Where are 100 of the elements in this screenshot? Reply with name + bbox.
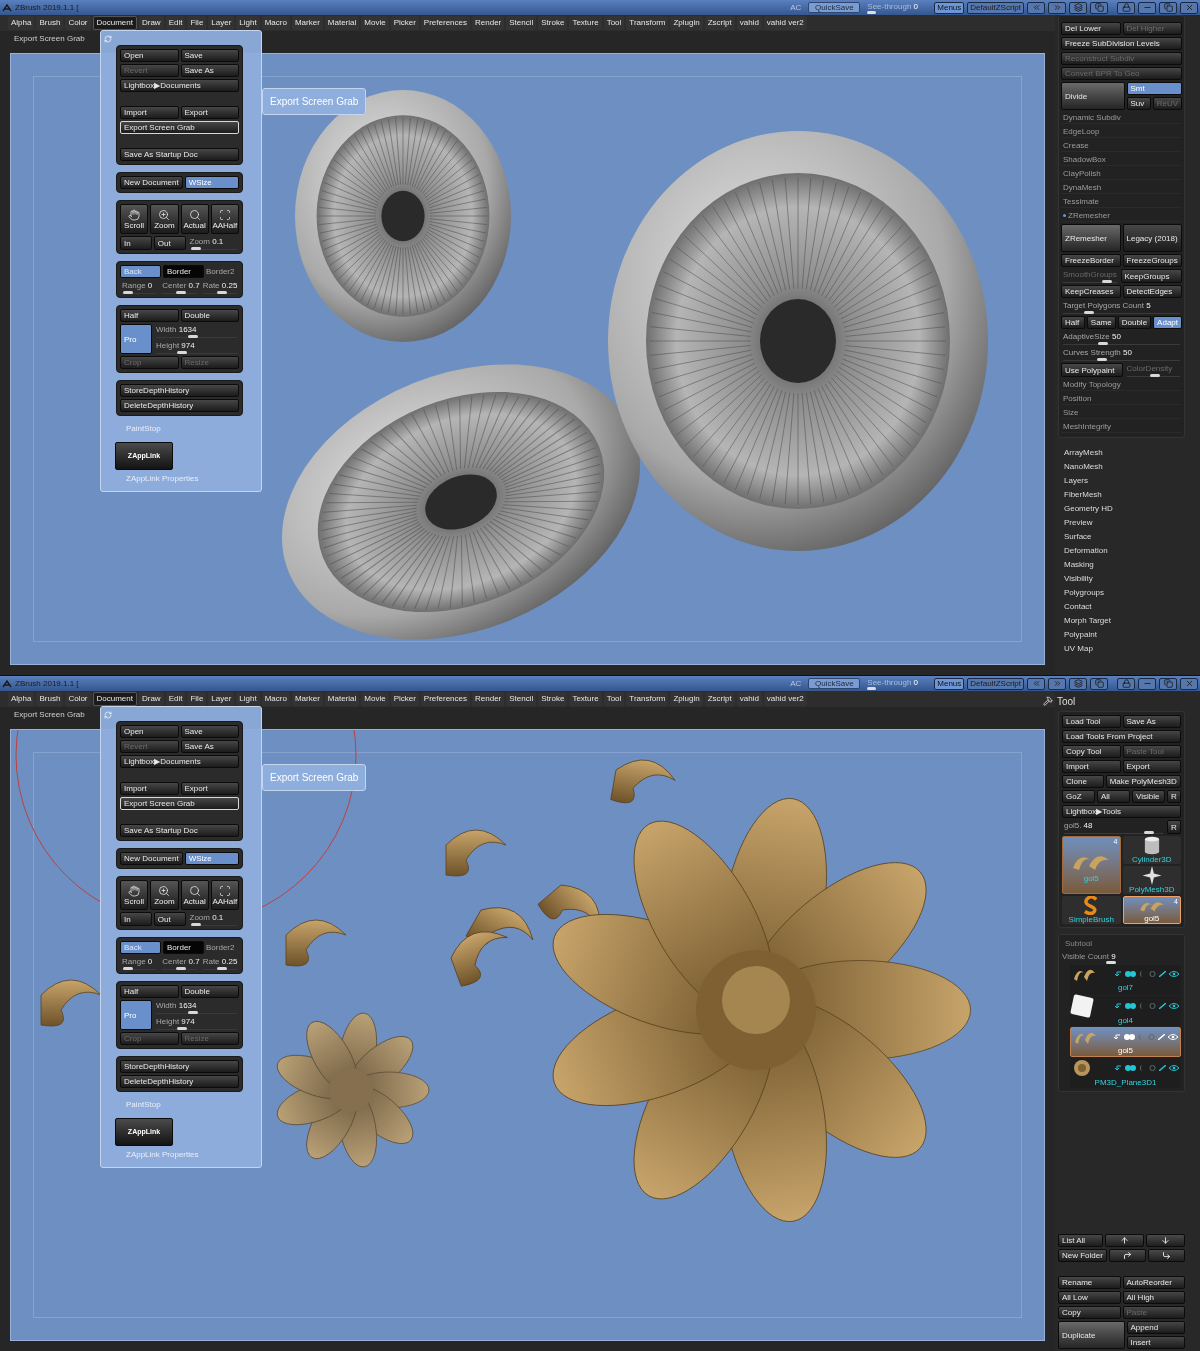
menu-button[interactable]: FreezeGroups xyxy=(1122,254,1182,267)
menu-button[interactable]: StoreDepthHistory xyxy=(120,1060,239,1073)
menu-button[interactable]: All High xyxy=(1122,1291,1185,1304)
slider-thumb[interactable] xyxy=(191,246,202,250)
section-header[interactable]: Size xyxy=(1061,407,1182,419)
arrow-button[interactable] xyxy=(1108,1249,1146,1262)
section-header[interactable]: ShadowBox xyxy=(1061,154,1182,166)
see-through-slider[interactable]: See-through 0 xyxy=(867,1,932,14)
menu-button[interactable]: Load Tools From Project xyxy=(1062,730,1181,743)
menu-button[interactable]: Export Screen Grab xyxy=(120,121,239,134)
slider[interactable]: Center 0.7 xyxy=(160,280,199,294)
title-bar-button[interactable] xyxy=(1159,1,1177,14)
quicksave-button[interactable]: QuickSave xyxy=(808,2,861,13)
menu-item[interactable]: Render xyxy=(472,16,505,30)
slider-thumb[interactable] xyxy=(1084,310,1095,314)
eye-icon[interactable] xyxy=(1169,1065,1179,1071)
menu-button[interactable]: Rename xyxy=(1058,1276,1121,1289)
menu-button[interactable]: Save As xyxy=(1122,715,1181,728)
menu-button[interactable]: Legacy (2018) xyxy=(1122,224,1182,252)
slider[interactable]: Height 974 xyxy=(154,1016,239,1030)
menu-button[interactable]: Append xyxy=(1126,1321,1185,1334)
menu-button[interactable]: Double xyxy=(1117,316,1152,329)
subtool-row[interactable]: gol4 xyxy=(1070,996,1181,1026)
menu-button[interactable]: Open xyxy=(120,49,179,62)
menu-button[interactable]: Save xyxy=(180,725,239,738)
title-bar-button[interactable] xyxy=(1048,1,1066,14)
menus-button[interactable]: Menus xyxy=(934,677,965,690)
menu-item[interactable]: Zplugin xyxy=(670,16,703,30)
menu-button[interactable]: Lightbox▶Documents xyxy=(120,79,239,92)
menu-item[interactable]: Alpha xyxy=(8,692,35,706)
menu-button[interactable]: Import xyxy=(120,782,179,795)
menu-button[interactable]: Save xyxy=(180,49,239,62)
title-bar-button[interactable] xyxy=(1138,677,1156,690)
slider-thumb[interactable] xyxy=(867,10,877,14)
menu-item[interactable]: Draw xyxy=(138,16,164,30)
menu-item[interactable]: Marker xyxy=(291,16,323,30)
menu-button[interactable]: Import xyxy=(120,106,179,119)
menu-button[interactable]: Export xyxy=(1122,760,1181,773)
menu-button[interactable]: Make PolyMesh3D xyxy=(1105,775,1181,788)
tool-thumbnail[interactable]: SimpleBrush xyxy=(1062,896,1121,924)
menu-button[interactable]: Clone xyxy=(1062,775,1104,788)
menu-item[interactable]: Stroke xyxy=(538,16,568,30)
brush-icon[interactable] xyxy=(1159,971,1166,977)
subtool-title[interactable]: Subtool xyxy=(1062,938,1181,950)
section-header[interactable]: ClayPolish xyxy=(1061,168,1182,180)
eye-icon[interactable] xyxy=(1169,971,1179,977)
subtool-row[interactable]: PM3D_Plane3D1 xyxy=(1070,1058,1181,1088)
menu-button[interactable]: Import xyxy=(1062,760,1121,773)
slider-thumb[interactable] xyxy=(187,334,198,338)
palette-header[interactable]: Deformation xyxy=(1064,544,1185,558)
menu-item[interactable]: Light xyxy=(236,692,260,706)
title-bar-button[interactable] xyxy=(1048,677,1066,690)
arrow-button[interactable] xyxy=(1147,1249,1185,1262)
tool-button[interactable]: Zoom xyxy=(150,204,179,234)
menu-item[interactable]: Edit xyxy=(165,692,186,706)
toggle-icon[interactable] xyxy=(1124,1034,1136,1040)
tool-button[interactable]: Zoom xyxy=(150,880,179,910)
slider[interactable]: Rate 0.25 xyxy=(200,956,239,970)
menu-button[interactable]: List All xyxy=(1058,1234,1103,1247)
menu-button[interactable]: Visible xyxy=(1132,790,1165,803)
menu-button[interactable]: FreezeBorder xyxy=(1061,254,1121,267)
menu-item[interactable]: Picker xyxy=(390,16,419,30)
slider-thumb[interactable] xyxy=(1097,357,1108,361)
menu-item[interactable]: Movie xyxy=(361,692,389,706)
slider-thumb[interactable] xyxy=(217,290,228,294)
slider-thumb[interactable] xyxy=(123,966,134,970)
brush-icon[interactable] xyxy=(1159,1065,1166,1071)
title-bar-button[interactable] xyxy=(1159,677,1177,690)
menu-button[interactable]: KeepGroups xyxy=(1120,269,1182,283)
menu-item[interactable]: Movie xyxy=(361,16,389,30)
menu-button[interactable]: Save As Startup Doc xyxy=(120,148,239,161)
menu-button[interactable]: R xyxy=(1167,820,1181,834)
menu-item[interactable]: Render xyxy=(472,692,505,706)
menu-button[interactable]: Half xyxy=(120,309,179,322)
menu-button[interactable]: Freeze SubDivision Levels xyxy=(1061,37,1182,50)
section-header[interactable]: Modify Topology xyxy=(1061,379,1182,391)
slider-thumb[interactable] xyxy=(177,1026,188,1030)
section-header[interactable]: DynaMesh xyxy=(1061,182,1182,194)
menu-button[interactable]: Save As Startup Doc xyxy=(120,824,239,837)
menu-item[interactable]: Zscript xyxy=(704,692,735,706)
menu-item[interactable]: Preferences xyxy=(420,692,470,706)
section-header[interactable]: MeshIntegrity xyxy=(1061,421,1182,433)
menu-button[interactable]: Copy xyxy=(1058,1306,1121,1319)
menu-button[interactable]: ZRemesher xyxy=(1061,224,1121,252)
tool-thumbnail[interactable]: PolyMesh3D xyxy=(1122,866,1181,894)
menu-button[interactable]: Out xyxy=(153,236,186,250)
section-header[interactable]: Tessimate xyxy=(1061,196,1182,208)
slider-thumb[interactable] xyxy=(1144,830,1155,834)
menu-button[interactable]: In xyxy=(120,912,152,926)
title-bar-button[interactable] xyxy=(1180,1,1198,14)
menu-item[interactable]: Document xyxy=(92,692,137,706)
menu-button[interactable]: Lightbox▶Documents xyxy=(120,755,239,768)
title-bar-button[interactable] xyxy=(1090,677,1108,690)
menu-button[interactable]: Insert xyxy=(1126,1336,1185,1349)
menu-button[interactable]: Duplicate xyxy=(1058,1321,1125,1349)
section-header[interactable]: Dynamic Subdiv xyxy=(1061,112,1182,124)
menu-button[interactable]: StoreDepthHistory xyxy=(120,384,239,397)
section-header[interactable]: Position xyxy=(1061,393,1182,405)
title-bar-button[interactable] xyxy=(1117,677,1135,690)
tool-button[interactable]: Scroll xyxy=(120,880,149,910)
